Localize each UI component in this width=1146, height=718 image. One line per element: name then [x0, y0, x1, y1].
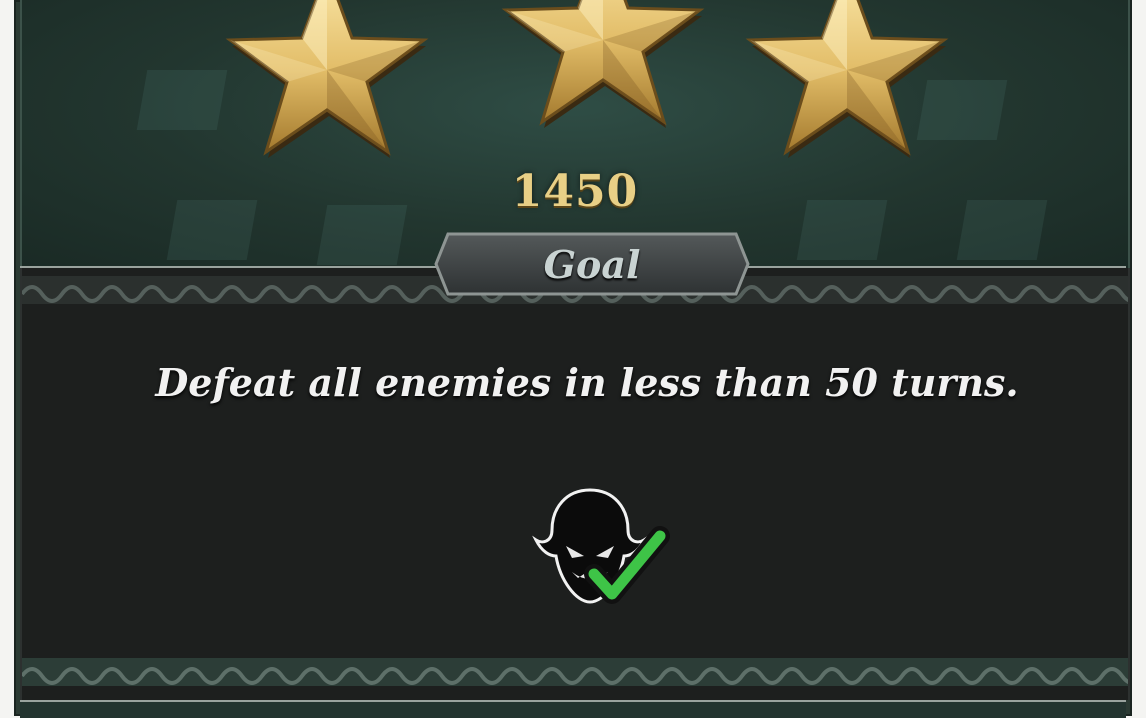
goal-description: Defeat all enemies in less than 50 turns… — [155, 360, 1019, 405]
decorative-wave-border — [22, 658, 1128, 686]
star-rating — [22, 0, 1128, 170]
bottom-border — [20, 700, 1126, 718]
score-panel: 1450 — [20, 0, 1130, 268]
star-icon — [501, 0, 705, 128]
star-icon — [745, 0, 949, 158]
goal-panel — [20, 268, 1130, 700]
score-value: 1450 — [511, 166, 639, 217]
enemy-defeated-check-icon — [532, 488, 670, 604]
star-icon — [225, 0, 429, 158]
goal-header-label: Goal — [543, 242, 641, 287]
result-frame: 1450 Goal Defeat all enemies in less tha… — [14, 0, 1132, 718]
